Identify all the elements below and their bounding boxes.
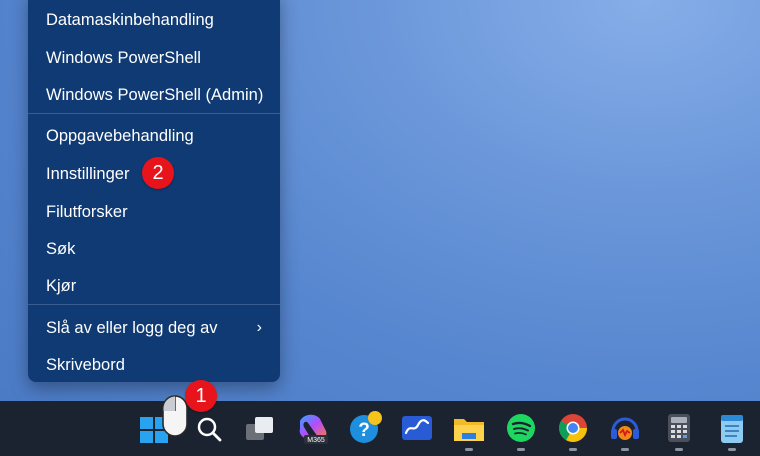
whiteboard-icon[interactable] — [400, 411, 434, 445]
menu-separator — [28, 304, 280, 305]
file-explorer-icon[interactable] — [452, 411, 486, 445]
menu-item-label: Kjør — [46, 277, 77, 295]
menu-item-sla-av[interactable]: Slå av eller logg deg av › — [28, 310, 280, 346]
chrome-icon[interactable] — [556, 411, 590, 445]
menu-item-sok[interactable]: Søk — [28, 231, 280, 267]
menu-item-oppgavebehandling[interactable]: Oppgavebehandling — [28, 118, 280, 154]
menu-item-label: Filutforsker — [46, 203, 128, 221]
menu-item-datamaskinbehandling[interactable]: Datamaskinbehandling — [28, 2, 280, 38]
menu-item-kjor[interactable]: Kjør — [28, 268, 280, 304]
running-indicator — [517, 448, 525, 451]
microsoft-365-icon[interactable]: M365 — [296, 411, 330, 445]
menu-item-label: Slå av eller logg deg av — [46, 319, 218, 337]
menu-separator — [28, 113, 280, 114]
menu-item-label: Windows PowerShell (Admin) — [46, 86, 264, 104]
menu-item-filutforsker[interactable]: Filutforsker — [28, 194, 280, 230]
calculator-icon[interactable] — [662, 411, 696, 445]
menu-item-label: Søk — [46, 240, 76, 258]
spotify-icon[interactable] — [504, 411, 538, 445]
running-indicator — [675, 448, 683, 451]
step-badge-1: 1 — [185, 380, 217, 412]
menu-item-windows-powershell-admin[interactable]: Windows PowerShell (Admin) — [28, 77, 280, 113]
help-tips-icon[interactable]: ? — [348, 411, 382, 445]
menu-item-label: Skrivebord — [46, 356, 125, 374]
winx-context-menu: Datamaskinbehandling Windows PowerShell … — [28, 0, 280, 382]
menu-item-windows-powershell[interactable]: Windows PowerShell — [28, 40, 280, 76]
taskbar: M365 ? — [0, 401, 760, 456]
menu-item-skrivebord[interactable]: Skrivebord — [28, 347, 280, 383]
search-icon[interactable] — [193, 411, 227, 445]
menu-item-label: Innstillinger — [46, 165, 130, 183]
audio-app-icon[interactable] — [608, 411, 642, 445]
running-indicator — [621, 448, 629, 451]
menu-item-label: Windows PowerShell — [46, 49, 201, 67]
notepad-icon[interactable] — [715, 411, 749, 445]
running-indicator — [728, 448, 736, 451]
step-badge-2: 2 — [142, 157, 174, 189]
menu-item-label: Oppgavebehandling — [46, 127, 194, 145]
task-view-icon[interactable] — [244, 411, 278, 445]
svg-text:?: ? — [358, 420, 370, 441]
chevron-right-icon: › — [256, 319, 262, 336]
running-indicator — [569, 448, 577, 451]
m365-label: M365 — [307, 437, 325, 444]
running-indicator — [465, 448, 473, 451]
menu-item-label: Datamaskinbehandling — [46, 11, 214, 29]
